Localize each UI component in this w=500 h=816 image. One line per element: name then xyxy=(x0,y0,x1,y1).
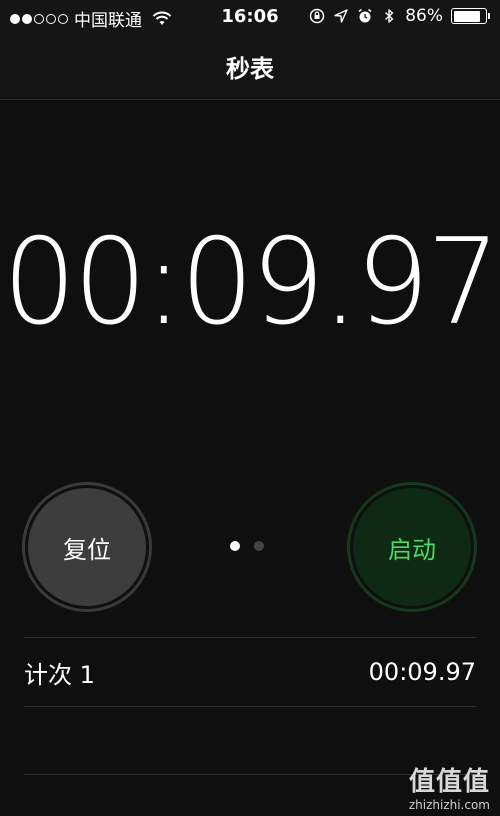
page-indicator[interactable] xyxy=(230,541,264,551)
reset-button[interactable]: 复位 xyxy=(22,482,152,612)
location-arrow-icon xyxy=(334,9,348,23)
watermark-url: zhizhizhi.com xyxy=(408,798,490,812)
watermark-logo: 值值值 zhizhizhi.com xyxy=(409,761,490,812)
lap-time: 00:09.97 xyxy=(368,658,476,686)
page-title: 秒表 xyxy=(226,55,274,83)
start-button[interactable]: 启动 xyxy=(347,482,477,612)
lap-list: 计次 1 00:09.97 xyxy=(24,637,476,775)
status-right: 86% xyxy=(309,6,490,26)
lap-row: 计次 1 00:09.97 xyxy=(24,637,476,706)
start-button-label: 启动 xyxy=(353,488,471,606)
rotation-lock-icon xyxy=(309,8,325,24)
battery-icon xyxy=(451,8,490,24)
battery-body xyxy=(451,8,487,24)
alarm-clock-icon xyxy=(358,8,372,23)
stopwatch-time-display: 00:09.97 xyxy=(0,213,500,352)
battery-tip xyxy=(488,13,490,19)
page-dot[interactable] xyxy=(230,541,240,551)
reset-button-label: 复位 xyxy=(28,488,146,606)
bluetooth-icon xyxy=(385,9,394,23)
stopwatch-time-text: 00:09.97 xyxy=(2,213,500,352)
lap-label: 计次 1 xyxy=(24,660,95,689)
watermark-logo-text: 值值值 xyxy=(408,767,490,797)
page-dot[interactable] xyxy=(254,541,264,551)
nav-bar: 秒表 xyxy=(0,34,500,100)
battery-percent: 86% xyxy=(405,6,443,26)
battery-fill xyxy=(453,10,481,22)
status-bar: 中国联通 16:06 86% xyxy=(0,0,500,34)
